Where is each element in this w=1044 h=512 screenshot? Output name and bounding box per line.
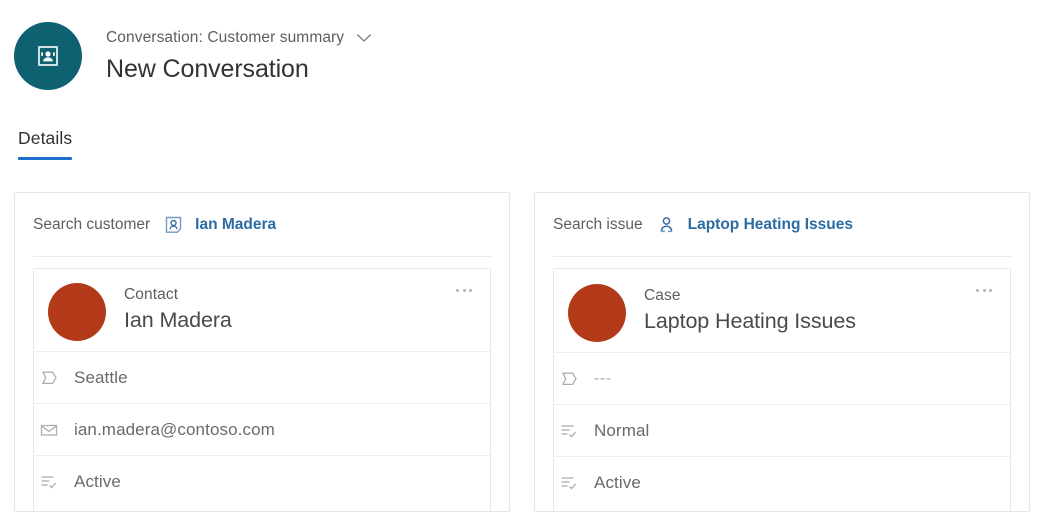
conversation-entity-icon xyxy=(14,22,82,90)
breadcrumb-label: Conversation: Customer summary xyxy=(106,29,345,46)
customer-lookup-value-wrap[interactable]: Ian Madera xyxy=(164,215,276,235)
issue-lookup-label: Search issue xyxy=(553,215,643,233)
case-record-header: Case Laptop Heating Issues xyxy=(554,269,1010,352)
case-location-value: --- xyxy=(594,370,612,387)
customer-lookup-value: Ian Madera xyxy=(195,215,277,233)
issue-lookup-row: Search issue Laptop Heating Issues xyxy=(553,193,1011,257)
contact-lookup-icon xyxy=(164,215,184,235)
breadcrumb: Conversation: Customer summary xyxy=(106,28,375,48)
customer-lookup-row: Search customer Ian Madera xyxy=(33,193,491,257)
customer-lookup-label: Search customer xyxy=(33,215,151,233)
tab-details-label: Details xyxy=(18,128,73,148)
header-text: Conversation: Customer summary New Conve… xyxy=(106,28,375,84)
issue-panel: Search issue Laptop Heating Issues Case … xyxy=(534,192,1030,512)
status-list-icon xyxy=(558,472,580,494)
contact-record-card: Contact Ian Madera Seattle ian.madera@co… xyxy=(33,268,491,511)
avatar xyxy=(48,283,106,341)
issue-lookup-value: Laptop Heating Issues xyxy=(687,215,853,233)
contact-status-value: Active xyxy=(74,471,121,491)
tab-details[interactable]: Details xyxy=(16,128,74,160)
case-record-heading: Case Laptop Heating Issues xyxy=(644,284,856,334)
contact-record-heading: Contact Ian Madera xyxy=(124,283,232,333)
contact-field-location: Seattle xyxy=(34,351,490,403)
case-field-location: --- xyxy=(554,352,1010,404)
case-lookup-icon xyxy=(657,215,677,235)
case-record-name: Laptop Heating Issues xyxy=(644,309,856,333)
header-inner: Conversation: Customer summary New Conve… xyxy=(0,0,1044,90)
contact-location-value: Seattle xyxy=(74,367,128,387)
location-tag-icon xyxy=(558,368,580,390)
email-icon xyxy=(38,419,60,441)
case-record-type: Case xyxy=(644,287,681,304)
status-list-icon xyxy=(38,471,60,493)
case-field-priority: Normal xyxy=(554,404,1010,456)
avatar xyxy=(568,284,626,342)
case-priority-value: Normal xyxy=(594,420,650,440)
tabstrip: Details xyxy=(0,128,1044,176)
more-options-icon[interactable] xyxy=(972,285,996,296)
more-options-icon[interactable] xyxy=(452,285,476,296)
location-tag-icon xyxy=(38,367,60,389)
contact-email-value: ian.madera@contoso.com xyxy=(74,419,275,439)
page-header: Conversation: Customer summary New Conve… xyxy=(0,0,1044,112)
chevron-down-icon[interactable] xyxy=(353,27,375,49)
contact-record-type: Contact xyxy=(124,286,179,303)
page-title: New Conversation xyxy=(106,55,309,83)
issue-lookup-value-wrap[interactable]: Laptop Heating Issues xyxy=(657,215,853,235)
panels-container: Search customer Ian Madera Contact Ian M… xyxy=(0,192,1044,512)
status-list-icon xyxy=(558,420,580,442)
case-field-status: Active xyxy=(554,456,1010,508)
case-status-value: Active xyxy=(594,472,641,492)
contact-record-header: Contact Ian Madera xyxy=(34,269,490,351)
contact-field-email: ian.madera@contoso.com xyxy=(34,403,490,455)
case-record-card: Case Laptop Heating Issues --- Normal Ac… xyxy=(553,268,1011,511)
tab-selected-indicator xyxy=(18,157,73,160)
contact-record-name: Ian Madera xyxy=(124,308,232,332)
contact-field-status: Active xyxy=(34,455,490,507)
customer-panel: Search customer Ian Madera Contact Ian M… xyxy=(14,192,510,512)
